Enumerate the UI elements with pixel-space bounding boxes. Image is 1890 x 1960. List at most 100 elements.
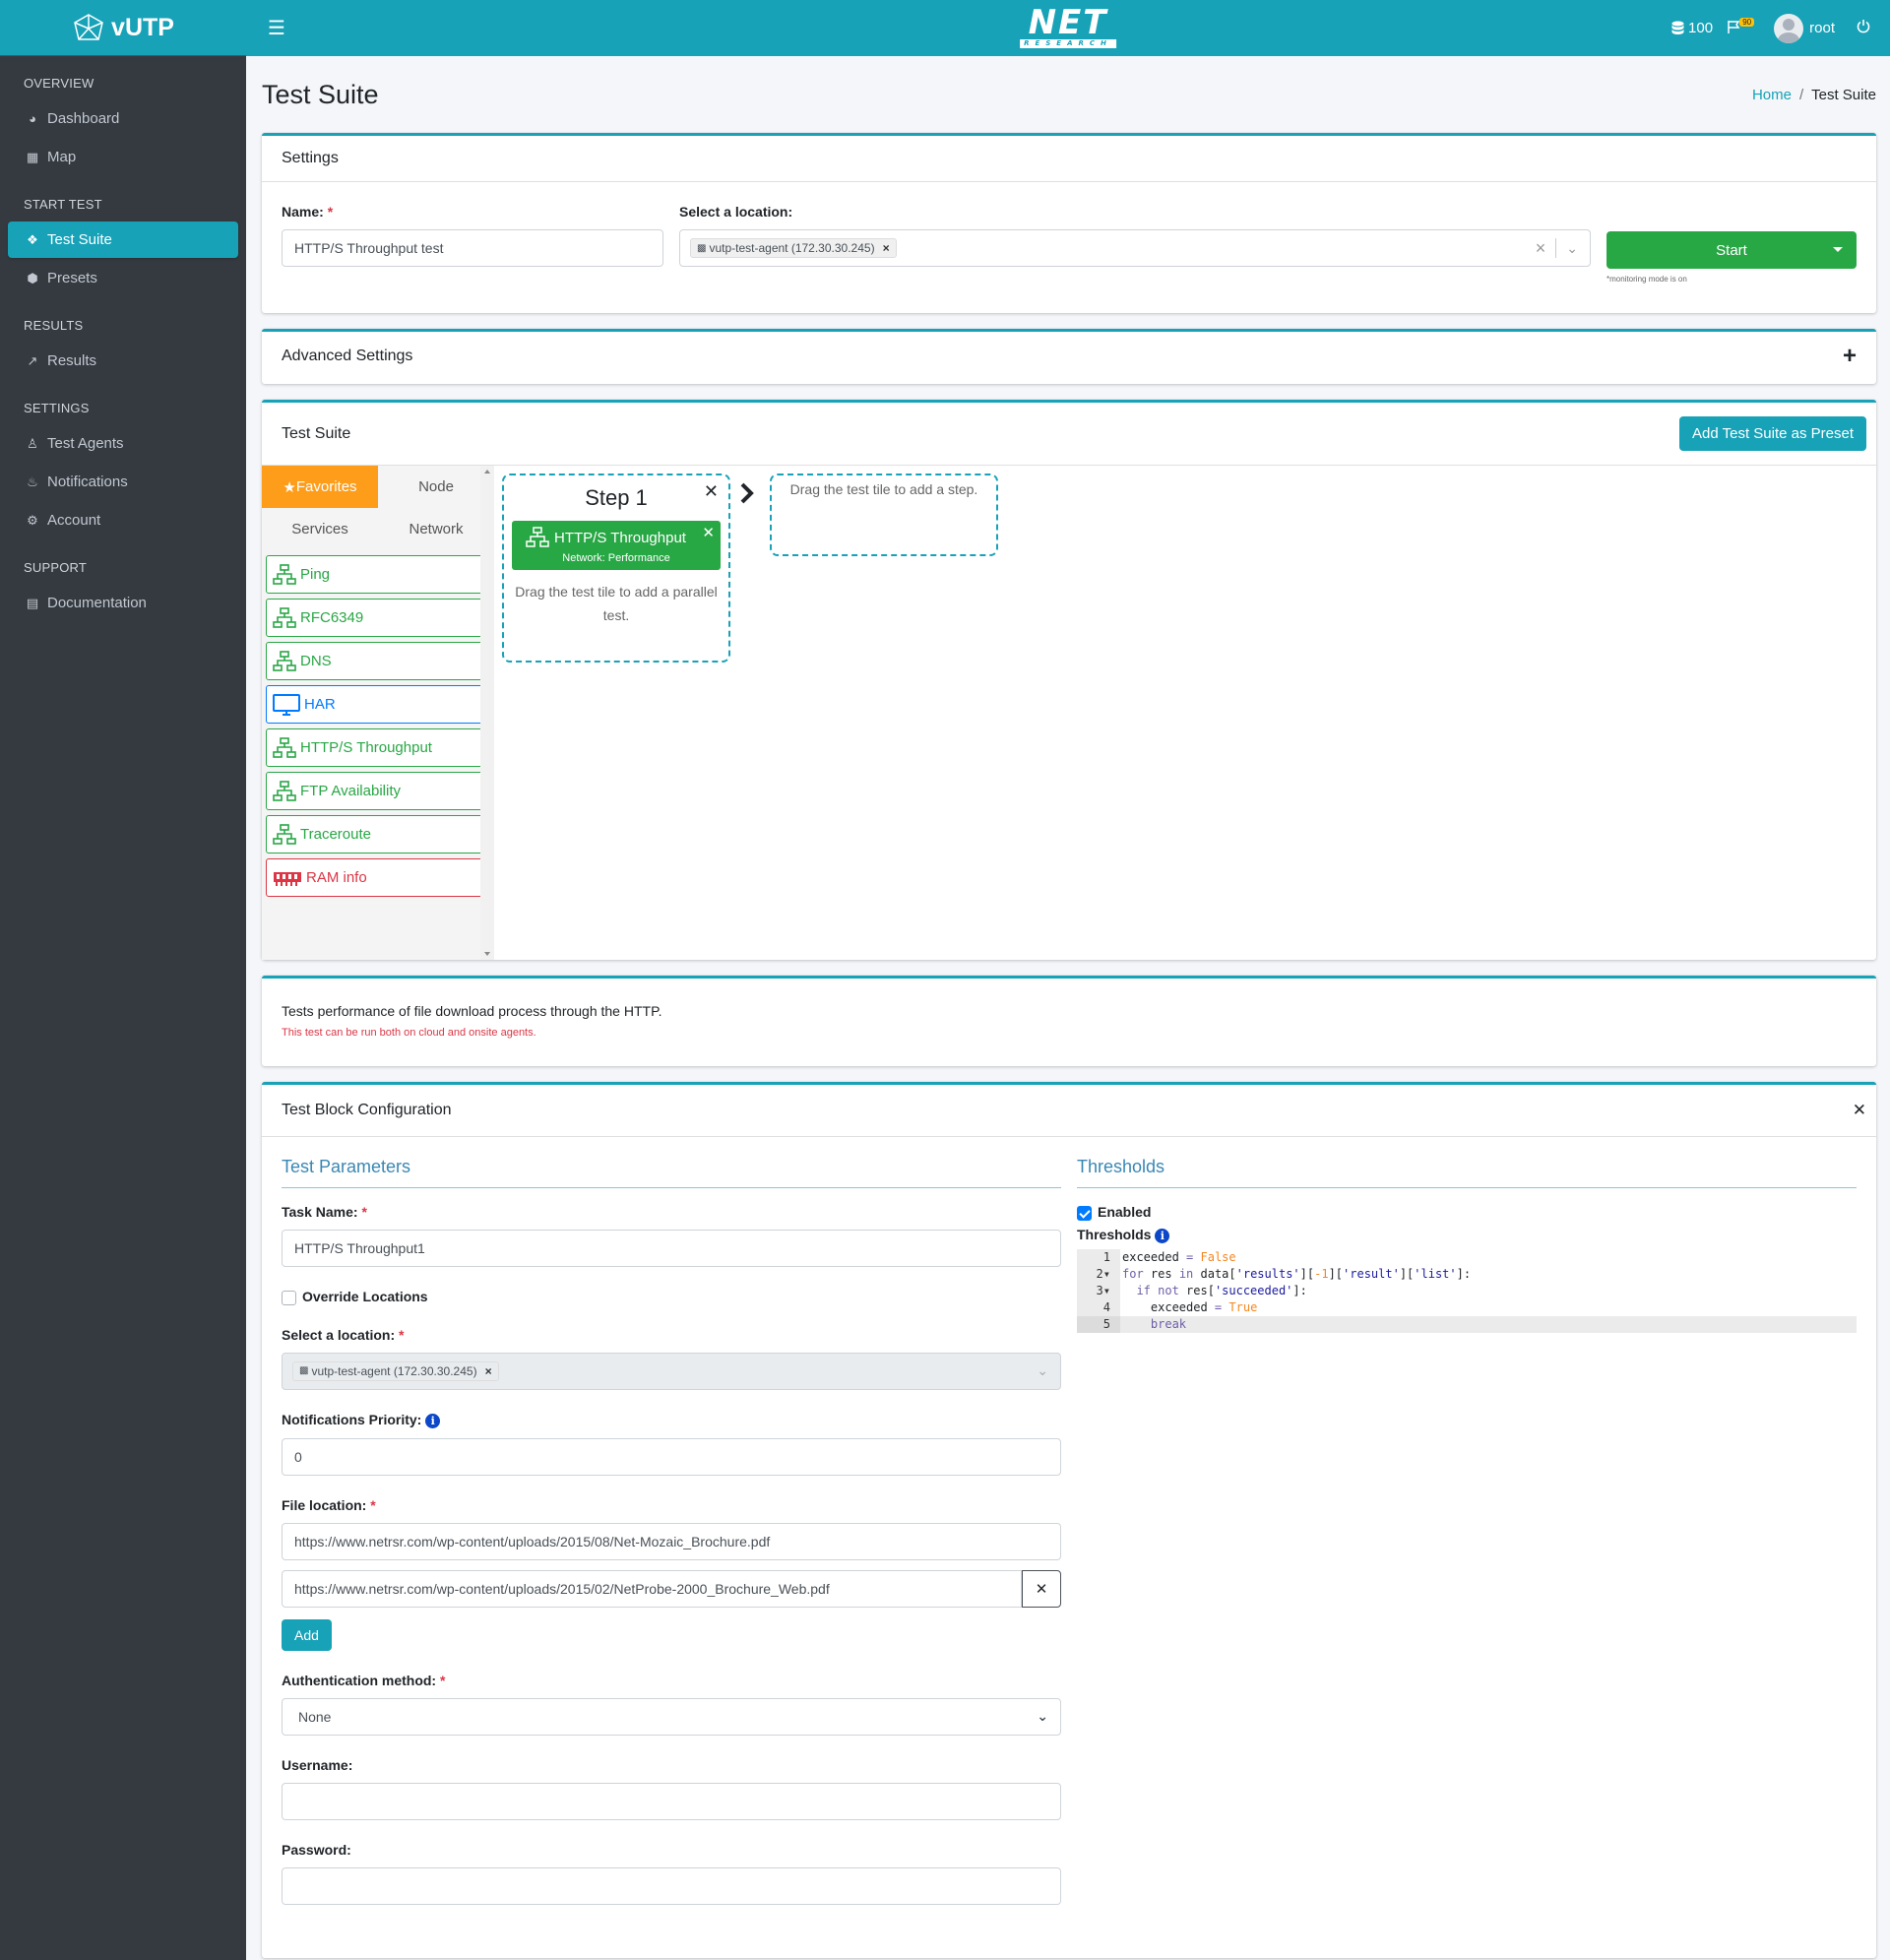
sidebar-item-presets[interactable]: ⬢ Presets bbox=[8, 260, 238, 296]
tab-node[interactable]: Node bbox=[378, 466, 494, 508]
remove-test-icon[interactable]: ✕ bbox=[702, 524, 715, 541]
chevron-down-icon[interactable]: ⌄ bbox=[1566, 240, 1578, 257]
test-tile-label: RFC6349 bbox=[300, 609, 364, 626]
test-tile-ram-info[interactable]: RAM info bbox=[266, 858, 488, 897]
test-tile-label: Traceroute bbox=[300, 826, 371, 843]
step-title: Step 1 bbox=[585, 485, 648, 510]
info-icon[interactable]: i bbox=[1155, 1228, 1170, 1243]
password-input[interactable] bbox=[282, 1866, 1061, 1905]
dashboard-icon: ◕ bbox=[29, 111, 36, 126]
menu-toggle-icon[interactable]: ☰ bbox=[268, 16, 285, 40]
override-checkbox[interactable] bbox=[282, 1290, 296, 1305]
palette-scrollbar[interactable] bbox=[480, 466, 494, 960]
tab-network[interactable]: Network bbox=[378, 508, 494, 550]
active-test-tile[interactable]: HTTP/S Throughput Network: Performance ✕ bbox=[512, 521, 721, 570]
test-tile-label: HAR bbox=[304, 696, 336, 713]
thresholds-panel: Thresholds Enabled Thresholds i 1 exceed… bbox=[1077, 1157, 1857, 1927]
sidebar-item-documentation[interactable]: ▤ Documentation bbox=[8, 585, 238, 621]
sidebar-item-map[interactable]: ▦ Map bbox=[8, 139, 238, 175]
test-tile-dns[interactable]: DNS bbox=[266, 642, 488, 680]
info-icon[interactable]: i bbox=[425, 1413, 441, 1428]
sidebar-item-test-agents[interactable]: ♙ Test Agents bbox=[8, 425, 238, 462]
config-location-select[interactable]: ▩ vutp-test-agent (172.30.30.245) × ⌄ bbox=[282, 1352, 1061, 1390]
user-menu[interactable]: root bbox=[1774, 13, 1835, 43]
close-step-icon[interactable]: ✕ bbox=[704, 481, 719, 502]
flag-button[interactable]: 90 bbox=[1727, 18, 1760, 36]
settings-card: Settings Name: * HTTP/S Throughput test … bbox=[262, 133, 1876, 313]
cube-icon: ⬢ bbox=[27, 270, 38, 285]
test-palette: ★ Favorites Node Services Network Ping RFC… bbox=[262, 466, 494, 960]
auth-select[interactable]: None ⌄ bbox=[282, 1697, 1061, 1736]
enabled-toggle[interactable]: Enabled bbox=[1077, 1204, 1857, 1221]
add-step-dropzone[interactable]: Drag the test tile to add a step. bbox=[770, 474, 998, 556]
config-location-tag-text: vutp-test-agent (172.30.30.245) bbox=[311, 1363, 477, 1378]
active-test-category: Network: Performance bbox=[562, 552, 670, 564]
auth-value: None bbox=[298, 1708, 332, 1725]
start-button[interactable]: Start bbox=[1606, 231, 1857, 269]
network-icon bbox=[273, 780, 296, 802]
username-input[interactable] bbox=[282, 1782, 1061, 1820]
user-secret-icon: ♙ bbox=[27, 435, 38, 451]
chevron-down-icon: ⌄ bbox=[1037, 1708, 1048, 1725]
tab-services[interactable]: Services bbox=[262, 508, 378, 550]
test-tile-ping[interactable]: Ping bbox=[266, 555, 488, 594]
name-input[interactable]: HTTP/S Throughput test bbox=[282, 229, 663, 267]
expand-plus-icon[interactable]: + bbox=[1843, 345, 1857, 368]
breadcrumb-home[interactable]: Home bbox=[1752, 87, 1792, 103]
sidebar-item-account[interactable]: ⚙ Account bbox=[8, 502, 238, 538]
test-tile-har[interactable]: HAR bbox=[266, 685, 488, 724]
threshold-code-editor[interactable]: 1 exceeded = False 2▾ for res in data['res… bbox=[1077, 1248, 1857, 1333]
chart-line-icon: ↗ bbox=[27, 352, 38, 368]
power-icon[interactable] bbox=[1857, 19, 1870, 37]
dropdown-caret-icon[interactable] bbox=[1833, 247, 1843, 252]
test-tile-traceroute[interactable]: Traceroute bbox=[266, 815, 488, 854]
gear-icon: ⚙ bbox=[27, 512, 38, 528]
file-location-input-2[interactable]: https://www.netrsr.com/wp-content/upload… bbox=[282, 1569, 1022, 1608]
priority-input[interactable]: 0 bbox=[282, 1437, 1061, 1476]
test-tile-label: DNS bbox=[300, 653, 332, 669]
step-1[interactable]: Step 1 ✕ HTTP/S Throughput Network: Perf… bbox=[502, 474, 730, 663]
override-locations[interactable]: Override Locations bbox=[282, 1289, 1061, 1305]
chip-icon: ▩ bbox=[299, 1365, 309, 1377]
file-location-input-1[interactable]: https://www.netrsr.com/wp-content/upload… bbox=[282, 1522, 1061, 1560]
sidebar-item-notifications[interactable]: ♨ Notifications bbox=[8, 464, 238, 500]
nav-header: OVERVIEW bbox=[24, 76, 94, 91]
sidebar-item-label: Results bbox=[47, 352, 97, 369]
close-config-icon[interactable]: ✕ bbox=[1853, 1101, 1866, 1120]
sidebar-item-results[interactable]: ↗ Results bbox=[8, 343, 238, 379]
test-tile-rfc6349[interactable]: RFC6349 bbox=[266, 599, 488, 637]
code-line: 2▾ for res in data['results'][-1]['result… bbox=[1077, 1265, 1857, 1283]
add-preset-button[interactable]: Add Test Suite as Preset bbox=[1679, 416, 1866, 451]
line-number: 2▾ bbox=[1077, 1265, 1120, 1283]
code-line: 1 exceeded = False bbox=[1077, 1248, 1857, 1266]
location-select[interactable]: ▩ vutp-test-agent (172.30.30.245) × × ⌄ bbox=[679, 229, 1591, 267]
test-description: Tests performance of file download proce… bbox=[282, 1003, 662, 1019]
task-name-input[interactable]: HTTP/S Throughput1 bbox=[282, 1230, 1061, 1267]
brand-name: vUTP bbox=[111, 13, 174, 41]
location-tag[interactable]: ▩ vutp-test-agent (172.30.30.245) × bbox=[690, 238, 897, 258]
brand[interactable]: vUTP bbox=[0, 0, 246, 56]
sidebar-item-test-suite[interactable]: ❖ Test Suite bbox=[8, 221, 238, 258]
remove-tag-icon[interactable]: × bbox=[883, 241, 890, 255]
name-label: Name: * bbox=[282, 204, 334, 220]
test-tile-http-s-throughput[interactable]: HTTP/S Throughput bbox=[266, 728, 488, 767]
test-note: This test can be run both on cloud and o… bbox=[282, 1027, 536, 1039]
tab-favorites[interactable]: ★ Favorites bbox=[262, 466, 378, 508]
monitoring-note: *monitoring mode is on bbox=[1606, 275, 1687, 284]
sidebar-item-dashboard[interactable]: ◕ Dashboard bbox=[8, 100, 238, 137]
map-icon: ▦ bbox=[26, 149, 39, 164]
test-tile-label: HTTP/S Throughput bbox=[300, 739, 432, 756]
credits-indicator[interactable]: 100 bbox=[1671, 20, 1713, 36]
test-tile-ftp-availability[interactable]: FTP Availability bbox=[266, 772, 488, 810]
test-tile-list: Ping RFC6349 DNS HAR HTTP/S Throughput FTP Av… bbox=[262, 555, 494, 897]
settings-title: Settings bbox=[282, 150, 339, 166]
bell-icon: ♨ bbox=[27, 474, 38, 489]
enabled-checkbox[interactable] bbox=[1077, 1205, 1092, 1221]
code-text: for res in data['results'][-1]['result']… bbox=[1122, 1266, 1472, 1281]
sidebar: vUTP OVERVIEW ◕ Dashboard ▦ Map START TEST ❖ Te… bbox=[0, 0, 246, 1960]
breadcrumb-current: Test Suite bbox=[1811, 86, 1876, 103]
test-description-card: Tests performance of file download proce… bbox=[262, 976, 1876, 1066]
remove-file-button[interactable]: ✕ bbox=[1022, 1569, 1061, 1608]
add-file-button[interactable]: Add bbox=[282, 1618, 332, 1651]
clear-icon[interactable]: × bbox=[1536, 238, 1546, 259]
